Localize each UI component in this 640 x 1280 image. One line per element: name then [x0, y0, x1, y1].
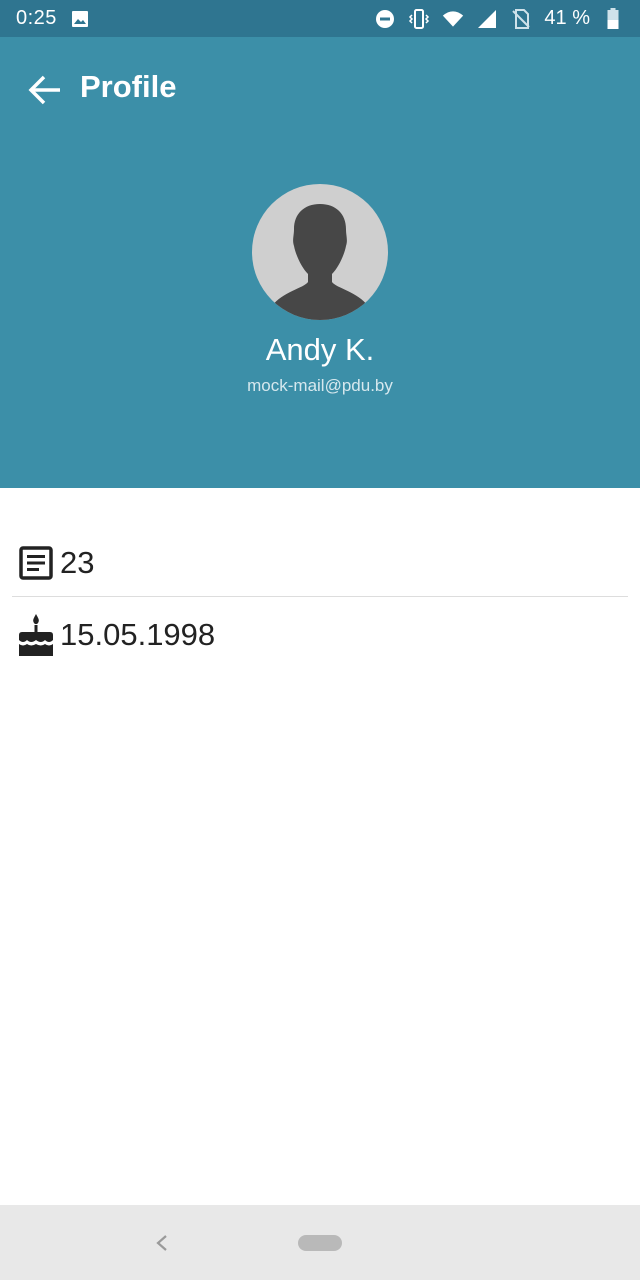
- signal-icon: [476, 8, 498, 30]
- article-icon: [14, 541, 58, 585]
- chevron-left-icon: [156, 1235, 167, 1251]
- avatar: [252, 184, 388, 320]
- battery-icon: [602, 7, 624, 30]
- profile-header: Profile Andy K. mock-mail@pdu.by: [0, 37, 640, 488]
- posts-count: 23: [60, 545, 95, 580]
- back-button[interactable]: [22, 67, 68, 113]
- nav-back-button[interactable]: [148, 1229, 176, 1257]
- vibrate-icon: [408, 8, 430, 30]
- status-time: 0:25: [16, 7, 57, 29]
- battery-text: 41 %: [544, 7, 590, 29]
- dnd-icon: [374, 8, 396, 30]
- arrow-left-icon: [28, 75, 60, 105]
- status-right: 41 %: [374, 7, 624, 30]
- status-bar: 0:25 41 %: [0, 0, 640, 37]
- no-sim-icon: [510, 8, 532, 30]
- toolbar: Profile: [0, 37, 640, 139]
- birthday-date: 15.05.1998: [60, 617, 216, 652]
- system-nav-bar: [0, 1205, 640, 1280]
- profile-email: mock-mail@pdu.by: [247, 376, 393, 395]
- person-silhouette-icon: [272, 204, 368, 320]
- page-title: Profile: [80, 69, 177, 104]
- status-left: 0:25: [16, 7, 91, 30]
- wifi-icon: [442, 8, 464, 30]
- info-row-posts: 23: [14, 540, 628, 586]
- divider: [12, 596, 628, 597]
- image-icon: [69, 8, 91, 30]
- cake-icon: [14, 613, 58, 657]
- nav-home-button[interactable]: [298, 1235, 342, 1251]
- profile-name: Andy K.: [265, 332, 375, 367]
- info-row-birthday: 15.05.1998: [14, 610, 628, 660]
